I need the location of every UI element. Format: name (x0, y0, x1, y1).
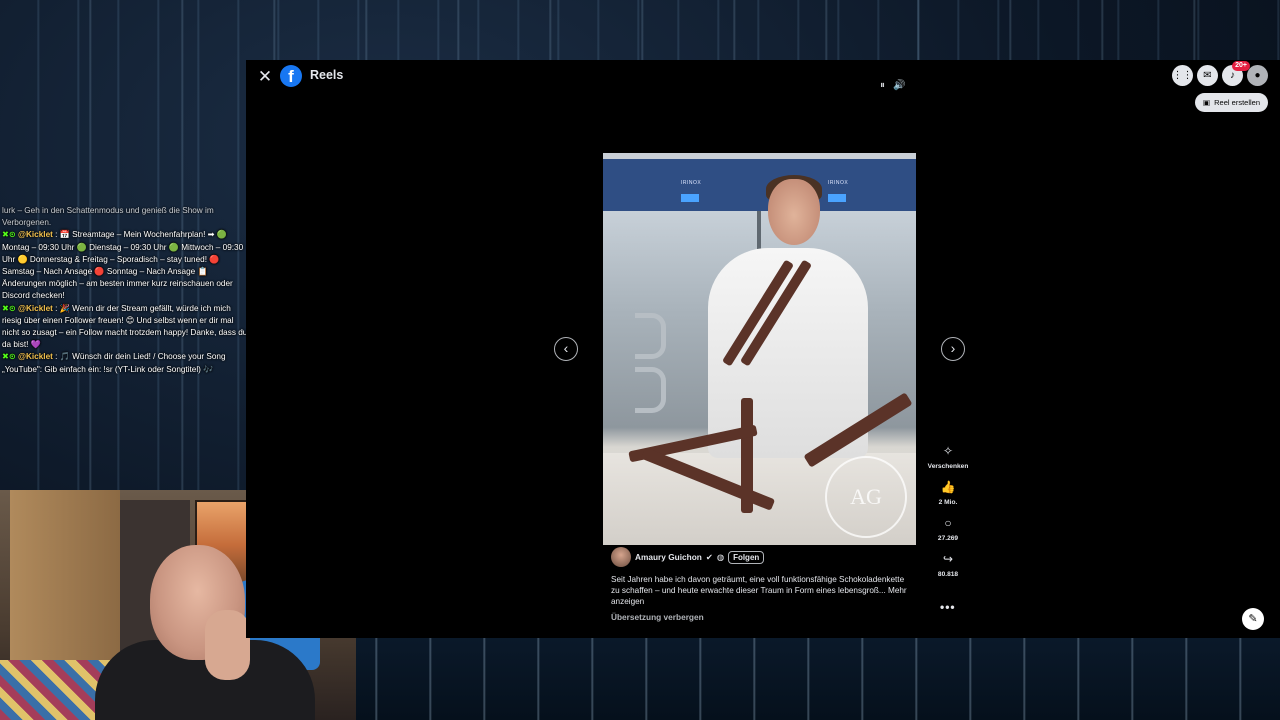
chat-text: lurk – Geh in den Schattenmodus und geni… (2, 206, 214, 228)
like-count: 2 Mio. (938, 499, 958, 506)
chat-message: ✖⊙ @Kicklet : 📅 Streamtage – Mein Wochen… (0, 229, 250, 302)
chat-badge: ✖⊙ (2, 303, 16, 313)
hide-translation-link[interactable]: Übersetzung verbergen (611, 612, 704, 622)
follow-button[interactable]: Folgen (728, 550, 765, 564)
chat-username: @Kicklet (18, 303, 53, 313)
video-brand-right: IRINOX (828, 180, 849, 186)
reel-video[interactable]: IRINOX IRINOX AG (603, 153, 916, 545)
thumbs-up-icon: 👍 (940, 480, 956, 494)
reel-author-row: Amaury Guichon ✔ ◍ Folgen (611, 547, 765, 567)
share-button[interactable]: ↪ 80.818 (923, 548, 973, 578)
globe-icon: ◍ (716, 552, 725, 562)
pause-icon[interactable]: ⏸ (880, 80, 885, 91)
webcam-wardrobe (10, 490, 120, 670)
compose-button[interactable]: ✎ (1242, 608, 1264, 630)
video-controls: ⏸ 🔊 (880, 80, 905, 91)
close-button[interactable]: ✕ (254, 66, 276, 88)
page-title: Reels (310, 68, 344, 82)
author-avatar[interactable] (611, 547, 631, 567)
video-display-left (681, 194, 699, 202)
video-display-right (828, 194, 846, 202)
close-icon: ✕ (257, 67, 273, 86)
chat-message: ✖⊙ @Kicklet : 🎉 Wenn dir der Stream gefä… (0, 303, 250, 352)
header-actions: ⋮⋮ ✉ ♪ 20+ ● (1172, 61, 1268, 86)
share-icon: ↪ (942, 552, 954, 566)
pencil-icon: ✎ (1248, 613, 1258, 625)
facebook-reels-viewer: ✕ f Reels ⏸ 🔊 ⋮⋮ ✉ ♪ 20+ ● ▣ Reel erstel… (246, 60, 1280, 638)
gift-icon: ✧ (942, 444, 954, 458)
video-fridge-handle (635, 313, 666, 359)
reel-actions: ✧ Verschenken 👍 2 Mio. ○ 27.269 ↪ 80.818 (923, 440, 973, 584)
gift-button[interactable]: ✧ Verschenken (923, 440, 973, 470)
chat-text: : 📅 Streamtage – Mein Wochenfahrplan! ➡ … (2, 230, 244, 301)
video-chef-head (768, 179, 820, 245)
facebook-logo-icon[interactable]: f (280, 65, 302, 87)
bell-icon: ♪ (1230, 70, 1235, 81)
share-count: 80.818 (937, 571, 959, 578)
chat-username: @Kicklet (18, 230, 53, 240)
chevron-right-icon: › (950, 340, 956, 356)
video-fridge-panel (603, 153, 916, 211)
create-reel-button[interactable]: ▣ Reel erstellen (1195, 93, 1268, 112)
reel-icon: ▣ (1203, 98, 1211, 107)
video-watermark-logo: AG (825, 456, 907, 538)
volume-icon[interactable]: 🔊 (893, 80, 905, 91)
chat-badge: ✖⊙ (2, 230, 16, 240)
previous-reel-button[interactable]: ‹ (554, 337, 578, 361)
next-reel-button[interactable]: › (941, 337, 965, 361)
comment-count: 27.269 (937, 535, 959, 542)
chat-badge: ✖⊙ (2, 352, 16, 362)
grid-menu-button[interactable]: ⋮⋮ (1172, 65, 1193, 86)
chat-message: ✖⊙ @Kicklet : 🎵 Wünsch dir dein Lied! / … (0, 351, 250, 375)
comment-button[interactable]: ○ 27.269 (923, 512, 973, 542)
chat-message: lurk – Geh in den Schattenmodus und geni… (0, 205, 250, 229)
verified-icon: ✔ (705, 552, 713, 562)
reel-caption[interactable]: Seit Jahren habe ich davon geträumt, ein… (611, 574, 911, 607)
comment-icon: ○ (944, 516, 952, 530)
author-name[interactable]: Amaury Guichon (635, 552, 702, 562)
video-fridge-handle (635, 367, 666, 413)
chevron-left-icon: ‹ (563, 340, 569, 356)
like-button[interactable]: 👍 2 Mio. (923, 476, 973, 506)
stream-chat: lurk – Geh in den Schattenmodus und geni… (0, 205, 250, 376)
more-options-icon[interactable]: ••• (940, 600, 956, 614)
webcam-person-hand (205, 610, 250, 680)
webcam-blanket (0, 660, 110, 720)
gift-label: Verschenken (927, 463, 969, 470)
video-brand-left: IRINOX (681, 180, 702, 186)
account-avatar[interactable]: ● (1247, 65, 1268, 86)
grid-menu-icon: ⋮⋮ (1172, 70, 1193, 81)
user-icon: ● (1254, 70, 1261, 81)
chat-username: @Kicklet (18, 352, 53, 362)
create-reel-label: Reel erstellen (1214, 98, 1260, 107)
notifications-button[interactable]: ♪ 20+ (1222, 61, 1250, 86)
messenger-icon: ✉ (1203, 70, 1212, 81)
messenger-button[interactable]: ✉ (1197, 65, 1218, 86)
